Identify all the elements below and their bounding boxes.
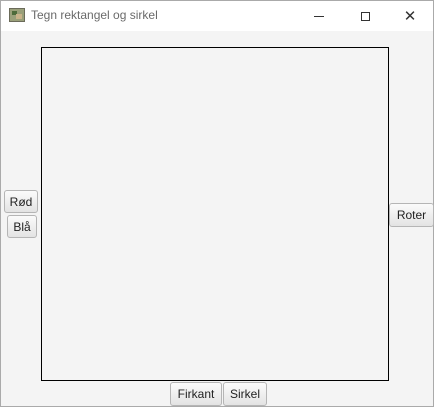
- app-image-icon: [9, 8, 25, 22]
- maximize-icon: [360, 11, 370, 21]
- circle-button[interactable]: Sirkel: [223, 382, 267, 406]
- close-icon: ✕: [403, 6, 417, 25]
- blue-color-button[interactable]: Blå: [7, 215, 37, 238]
- square-button[interactable]: Firkant: [170, 382, 222, 406]
- minimize-icon: [314, 15, 324, 17]
- drawing-canvas[interactable]: [41, 47, 389, 381]
- title-bar[interactable]: Tegn rektangel og sirkel ✕: [1, 1, 433, 31]
- window-title: Tegn rektangel og sirkel: [31, 8, 158, 22]
- close-button[interactable]: ✕: [387, 1, 433, 31]
- app-window: Tegn rektangel og sirkel ✕ Rød Blå Roter…: [0, 0, 434, 407]
- rotate-button[interactable]: Roter: [389, 203, 434, 227]
- maximize-button[interactable]: [342, 1, 388, 31]
- red-color-button[interactable]: Rød: [4, 190, 38, 213]
- minimize-button[interactable]: [296, 1, 342, 31]
